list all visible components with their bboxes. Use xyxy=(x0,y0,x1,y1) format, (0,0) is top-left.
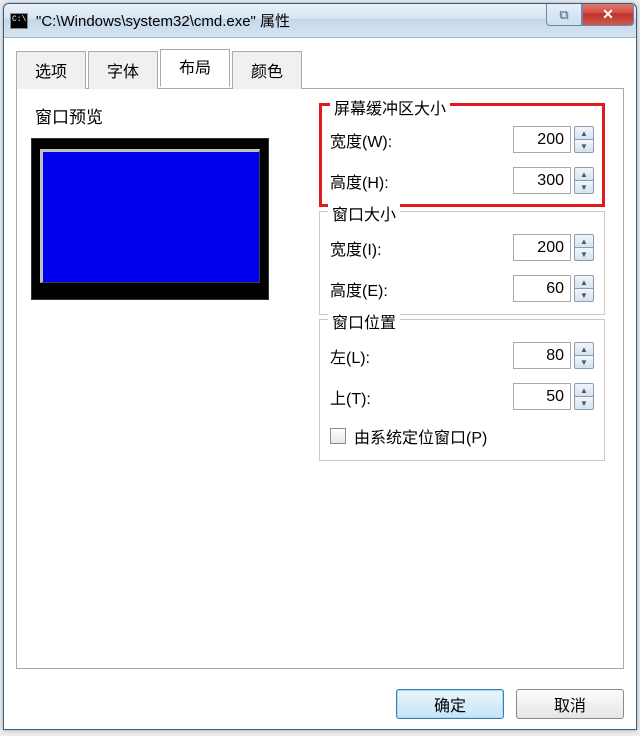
spin-up-icon[interactable]: ▲ xyxy=(574,383,594,397)
close-button[interactable]: ✕ xyxy=(582,4,634,26)
buffer-width-spinner[interactable]: ▲ ▼ xyxy=(513,126,594,153)
tabpanel-layout: 窗口预览 屏幕缓冲区大小 宽度(W): ▲ ▼ xyxy=(16,88,624,669)
position-top-input[interactable] xyxy=(513,383,571,410)
window-width-spinner[interactable]: ▲ ▼ xyxy=(513,234,594,261)
group-title-position: 窗口位置 xyxy=(328,309,400,333)
tab-colors[interactable]: 颜色 xyxy=(232,51,302,89)
window-height-input[interactable] xyxy=(513,275,571,302)
context-help-button[interactable]: ⧉ xyxy=(546,4,582,26)
checkbox-icon[interactable] xyxy=(330,428,346,444)
window-preview xyxy=(31,138,269,300)
let-system-position-label: 由系统定位窗口(P) xyxy=(354,424,487,448)
tabstrip: 选项 字体 布局 颜色 xyxy=(16,51,624,89)
group-window-position: 窗口位置 左(L): ▲ ▼ 上(T): xyxy=(319,319,605,461)
position-left-input[interactable] xyxy=(513,342,571,369)
buffer-height-spinner[interactable]: ▲ ▼ xyxy=(513,167,594,194)
spin-up-icon[interactable]: ▲ xyxy=(574,234,594,248)
spin-down-icon[interactable]: ▼ xyxy=(574,356,594,369)
spin-up-icon[interactable]: ▲ xyxy=(574,342,594,356)
spin-up-icon[interactable]: ▲ xyxy=(574,275,594,289)
spin-down-icon[interactable]: ▼ xyxy=(574,181,594,194)
group-screen-buffer-size: 屏幕缓冲区大小 宽度(W): ▲ ▼ 高度(H): xyxy=(319,103,605,207)
client-area: 选项 字体 布局 颜色 窗口预览 屏幕缓冲区大小 宽度(W): xyxy=(4,38,636,679)
ok-button[interactable]: 确定 xyxy=(396,689,504,719)
spin-down-icon[interactable]: ▼ xyxy=(574,289,594,302)
spin-down-icon[interactable]: ▼ xyxy=(574,397,594,410)
spin-up-icon[interactable]: ▲ xyxy=(574,126,594,140)
spin-down-icon[interactable]: ▼ xyxy=(574,140,594,153)
preview-label: 窗口预览 xyxy=(35,103,301,128)
position-left-label: 左(L): xyxy=(330,344,513,368)
spin-down-icon[interactable]: ▼ xyxy=(574,248,594,261)
window-height-label: 高度(E): xyxy=(330,277,513,301)
position-top-label: 上(T): xyxy=(330,385,513,409)
window-title: "C:\Windows\system32\cmd.exe" 属性 xyxy=(36,10,546,31)
buffer-width-input[interactable] xyxy=(513,126,571,153)
cancel-button[interactable]: 取消 xyxy=(516,689,624,719)
position-left-spinner[interactable]: ▲ ▼ xyxy=(513,342,594,369)
cmd-icon xyxy=(10,13,28,29)
preview-console-rect xyxy=(40,149,260,283)
group-title-buffer: 屏幕缓冲区大小 xyxy=(330,95,450,119)
group-title-window: 窗口大小 xyxy=(328,201,400,225)
window-height-spinner[interactable]: ▲ ▼ xyxy=(513,275,594,302)
properties-dialog: "C:\Windows\system32\cmd.exe" 属性 ⧉ ✕ 选项 … xyxy=(3,3,637,730)
buffer-height-input[interactable] xyxy=(513,167,571,194)
window-width-label: 宽度(I): xyxy=(330,236,513,260)
let-system-position-row[interactable]: 由系统定位窗口(P) xyxy=(330,424,594,448)
spin-up-icon[interactable]: ▲ xyxy=(574,167,594,181)
position-top-spinner[interactable]: ▲ ▼ xyxy=(513,383,594,410)
buffer-height-label: 高度(H): xyxy=(330,169,513,193)
tab-font[interactable]: 字体 xyxy=(88,51,158,89)
buffer-width-label: 宽度(W): xyxy=(330,128,513,152)
tab-options[interactable]: 选项 xyxy=(16,51,86,89)
group-window-size: 窗口大小 宽度(I): ▲ ▼ 高度(E): xyxy=(319,211,605,315)
dialog-buttons: 确定 取消 xyxy=(4,679,636,729)
window-width-input[interactable] xyxy=(513,234,571,261)
titlebar[interactable]: "C:\Windows\system32\cmd.exe" 属性 ⧉ ✕ xyxy=(4,4,636,38)
tab-layout[interactable]: 布局 xyxy=(160,49,230,87)
